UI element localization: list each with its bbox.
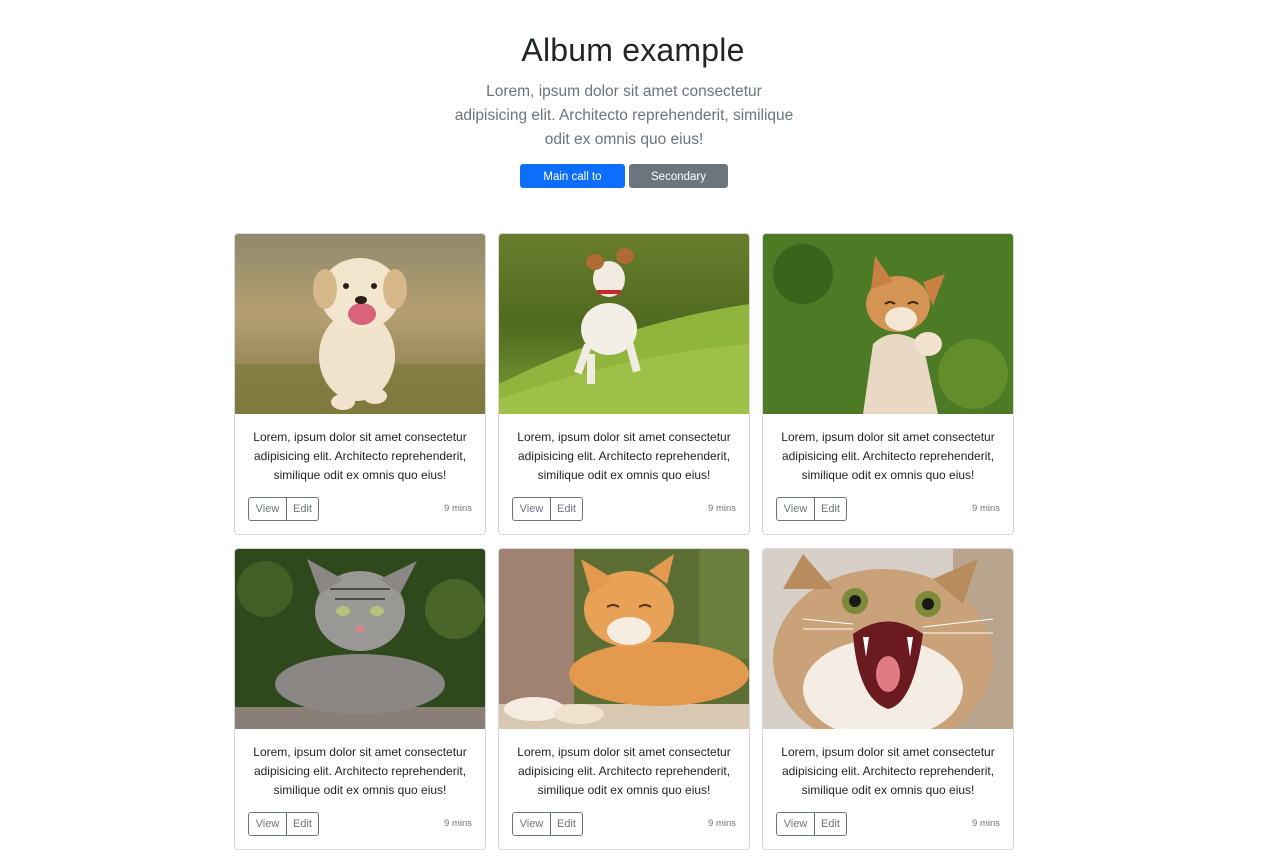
- jumping-dog-photo: [499, 234, 749, 414]
- edit-button[interactable]: Edit: [551, 497, 583, 521]
- edit-button[interactable]: Edit: [551, 812, 583, 836]
- view-button[interactable]: View: [776, 497, 815, 521]
- page-title: Album example: [521, 32, 745, 68]
- card-text: Lorem, ipsum dolor sit amet consectetur …: [517, 745, 731, 797]
- view-button[interactable]: View: [776, 812, 815, 836]
- card-time: 9 mins: [708, 818, 736, 829]
- card-text: Lorem, ipsum dolor sit amet consectetur …: [517, 430, 731, 482]
- edit-button[interactable]: Edit: [815, 812, 847, 836]
- card-image-corgi-on-moss: [763, 234, 1013, 414]
- album-card: Lorem, ipsum dolor sit amet consectetur …: [762, 548, 1014, 850]
- tabby-cat-photo: [235, 549, 485, 729]
- orange-cat-photo: [499, 549, 749, 729]
- secondary-action-button[interactable]: Secondary action: [629, 164, 728, 207]
- main-call-to-action-button[interactable]: Main call to action: [520, 164, 625, 207]
- card-image-hissing-cat: [763, 549, 1013, 729]
- album-card: Lorem, ipsum dolor sit amet consectetur …: [498, 233, 750, 535]
- view-button[interactable]: View: [512, 812, 551, 836]
- card-button-group: View Edit: [248, 812, 319, 836]
- edit-button[interactable]: Edit: [815, 497, 847, 521]
- album-card: Lorem, ipsum dolor sit amet consectetur …: [762, 233, 1014, 535]
- edit-button[interactable]: Edit: [287, 812, 319, 836]
- album-card: Lorem, ipsum dolor sit amet consectetur …: [234, 233, 486, 535]
- album-card: Lorem, ipsum dolor sit amet consectetur …: [234, 548, 486, 850]
- card-image-tabby-cat: [235, 549, 485, 729]
- corgi-photo: [763, 234, 1013, 414]
- hissing-cat-photo: [763, 549, 1013, 729]
- view-button[interactable]: View: [512, 497, 551, 521]
- hero-buttons: Main call to action Secondary action: [520, 164, 728, 207]
- card-text: Lorem, ipsum dolor sit amet consectetur …: [253, 430, 467, 482]
- card-time: 9 mins: [972, 818, 1000, 829]
- card-time: 9 mins: [972, 503, 1000, 514]
- edit-button[interactable]: Edit: [287, 497, 319, 521]
- card-text: Lorem, ipsum dolor sit amet consectetur …: [781, 430, 995, 482]
- card-image-golden-retriever-puppy: [235, 234, 485, 414]
- card-button-group: View Edit: [248, 497, 319, 521]
- album-card: Lorem, ipsum dolor sit amet consectetur …: [498, 548, 750, 850]
- card-text: Lorem, ipsum dolor sit amet consectetur …: [781, 745, 995, 797]
- view-button[interactable]: View: [248, 812, 287, 836]
- card-image-orange-cat-lounging: [499, 549, 749, 729]
- puppy-photo: [235, 234, 485, 414]
- card-time: 9 mins: [444, 818, 472, 829]
- card-button-group: View Edit: [776, 812, 847, 836]
- card-time: 9 mins: [708, 503, 736, 514]
- card-image-jack-russell-jumping: [499, 234, 749, 414]
- card-button-group: View Edit: [776, 497, 847, 521]
- card-time: 9 mins: [444, 503, 472, 514]
- card-button-group: View Edit: [512, 497, 583, 521]
- hero-lead-text: Lorem, ipsum dolor sit amet consectetur …: [454, 83, 794, 148]
- card-text: Lorem, ipsum dolor sit amet consectetur …: [253, 745, 467, 797]
- card-button-group: View Edit: [512, 812, 583, 836]
- view-button[interactable]: View: [248, 497, 287, 521]
